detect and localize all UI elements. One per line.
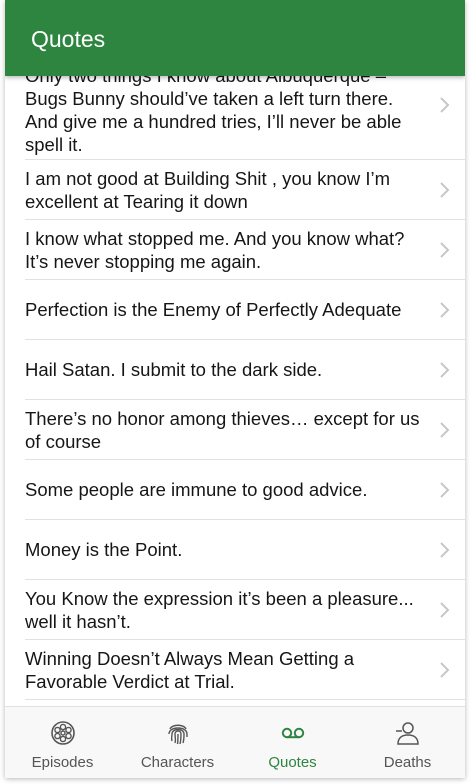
list-item[interactable]: Money is the Point. [25, 520, 465, 580]
person-minus-icon [395, 722, 419, 745]
quote-text: You Know the expression it’s been a plea… [25, 587, 414, 632]
quote-text: Only two things I know about Albuquerque… [25, 76, 402, 155]
chevron-right-icon [440, 661, 450, 678]
list-item[interactable]: Hail Satan. I submit to the dark side. [25, 340, 465, 400]
chevron-right-icon [440, 361, 450, 378]
quote-text: Money is the Point. [25, 539, 183, 560]
quote-text: I know what stopped me. And you know wha… [25, 227, 405, 272]
app-header: Quotes [5, 0, 465, 76]
quotes-list[interactable]: Only two things I know about Albuquerque… [5, 76, 465, 706]
bottom-tab-bar: Episodes Characters Quotes Deaths [5, 706, 465, 778]
list-item[interactable]: Some people are immune to good advice. [25, 460, 465, 520]
quote-text: I am not good at Building Shit , you kno… [25, 167, 391, 212]
chevron-right-icon [440, 541, 450, 558]
chevron-right-icon [440, 241, 450, 258]
list-item[interactable]: Winning Doesn’t Always Mean Getting a Fa… [25, 640, 465, 700]
tab-label: Characters [140, 754, 215, 771]
tab-deaths[interactable]: Deaths [350, 707, 465, 778]
chevron-right-icon [440, 601, 450, 618]
tab-quotes[interactable]: Quotes [235, 707, 350, 778]
chevron-right-icon [440, 481, 450, 498]
tab-episodes[interactable]: Episodes [5, 707, 120, 778]
page-title: Quotes [31, 26, 106, 52]
tab-label: Episodes [31, 754, 94, 771]
list-item[interactable]: I know what stopped me. And you know wha… [25, 220, 465, 280]
chevron-right-icon [440, 181, 450, 198]
quote-text: Perfection is the Enemy of Perfectly Ade… [25, 299, 402, 320]
quote-text: Some people are immune to good advice. [25, 479, 368, 500]
list-item[interactable]: Only two things I know about Albuquerque… [25, 76, 465, 160]
tab-label: Deaths [383, 754, 432, 771]
list-item[interactable]: I am not good at Building Shit , you kno… [25, 160, 465, 220]
film-reel-icon [50, 721, 75, 745]
quote-text: Winning Doesn’t Always Mean Getting a Fa… [25, 647, 355, 692]
chevron-right-icon [440, 421, 450, 438]
chevron-right-icon [440, 97, 450, 113]
voicemail-icon [281, 727, 304, 739]
list-item[interactable]: You Know the expression it’s been a plea… [25, 580, 465, 640]
list-item[interactable]: There’s no honor among thieves… except f… [25, 400, 465, 460]
app-frame: Quotes Only two things I know about Albu… [5, 0, 465, 778]
quote-text: There’s no honor among thieves… except f… [25, 407, 420, 452]
chevron-right-icon [440, 301, 450, 318]
list-item[interactable]: Perfection is the Enemy of Perfectly Ade… [25, 280, 465, 340]
fingerprint-icon [167, 724, 188, 745]
quote-text: Hail Satan. I submit to the dark side. [25, 359, 323, 380]
tab-label: Quotes [268, 754, 317, 771]
tab-characters[interactable]: Characters [120, 707, 235, 778]
